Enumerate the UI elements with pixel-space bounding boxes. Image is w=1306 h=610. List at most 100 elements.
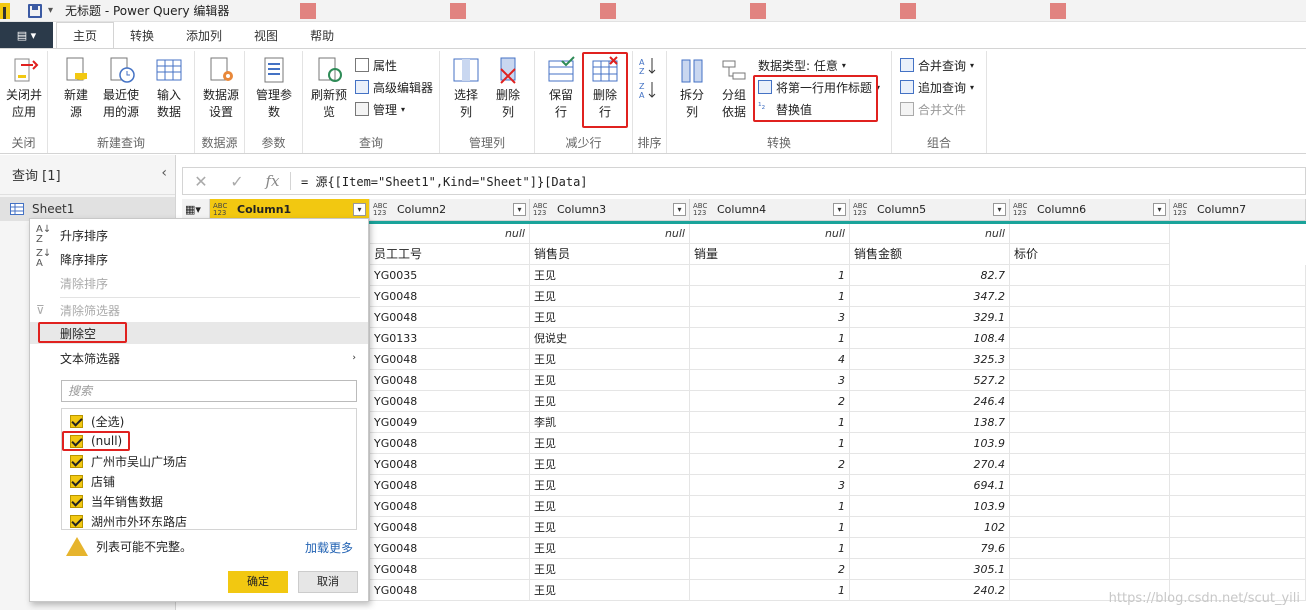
table-cell[interactable]: 王见: [530, 370, 690, 391]
table-cell[interactable]: 1: [690, 538, 850, 559]
checkbox-checked-icon[interactable]: [70, 494, 83, 508]
menu-clear-sort[interactable]: 清除排序: [30, 272, 368, 294]
type-any-icon[interactable]: ABC 123: [213, 202, 233, 217]
table-cell[interactable]: [1010, 538, 1170, 559]
table-cell[interactable]: 240.2: [850, 580, 1010, 601]
table-cell[interactable]: 3: [690, 307, 850, 328]
table-cell[interactable]: 82.7: [850, 265, 1010, 286]
table-cell[interactable]: YG0048: [370, 538, 530, 559]
table-cell[interactable]: 4: [690, 349, 850, 370]
table-cell[interactable]: 325.3: [850, 349, 1010, 370]
table-cell[interactable]: 王见: [530, 475, 690, 496]
remove-rows-button[interactable]: 删除行: [587, 55, 623, 121]
merge-queries-button[interactable]: 合并查询 ▾: [900, 55, 974, 75]
table-cell[interactable]: [1170, 475, 1306, 496]
formula-text[interactable]: = 源{[Item="Sheet1",Kind="Sheet"]}[Data]: [291, 173, 588, 190]
background-tab[interactable]: [750, 2, 890, 20]
table-cell[interactable]: 347.2: [850, 286, 1010, 307]
table-cell[interactable]: 王见: [530, 559, 690, 580]
table-cell[interactable]: YG0048: [370, 433, 530, 454]
table-cell[interactable]: YG0048: [370, 391, 530, 412]
group-by-button[interactable]: 分组依据: [715, 55, 753, 121]
table-cell[interactable]: 王见: [530, 391, 690, 412]
cancel-button[interactable]: 取消: [298, 571, 358, 593]
table-cell[interactable]: 527.2: [850, 370, 1010, 391]
table-cell[interactable]: 标价: [1010, 244, 1170, 265]
manage-params-button[interactable]: 管理参数: [253, 55, 295, 121]
tab-home[interactable]: 主页: [56, 22, 115, 48]
filter-dropdown-icon[interactable]: ▾: [513, 203, 526, 216]
menu-remove-empty[interactable]: 删除空: [30, 322, 368, 344]
table-cell[interactable]: 246.4: [850, 391, 1010, 412]
background-tab[interactable]: [450, 2, 590, 20]
table-cell[interactable]: [1010, 224, 1170, 244]
table-cell[interactable]: 2: [690, 559, 850, 580]
refresh-preview-button[interactable]: 刷新预览: [309, 55, 349, 121]
table-cell[interactable]: 王见: [530, 538, 690, 559]
table-cell[interactable]: 108.4: [850, 328, 1010, 349]
table-cell[interactable]: null: [370, 224, 530, 244]
background-tab[interactable]: [1050, 2, 1190, 20]
table-cell[interactable]: 103.9: [850, 433, 1010, 454]
table-cell[interactable]: [1170, 265, 1306, 286]
table-cell[interactable]: 305.1: [850, 559, 1010, 580]
new-source-button[interactable]: 新建源: [58, 55, 94, 121]
table-cell[interactable]: [1010, 454, 1170, 475]
type-any-icon[interactable]: ABC 123: [1013, 202, 1033, 217]
fx-icon[interactable]: fx: [255, 172, 291, 190]
table-cell[interactable]: [1010, 307, 1170, 328]
table-cell[interactable]: 1: [690, 517, 850, 538]
table-cell[interactable]: 138.7: [850, 412, 1010, 433]
table-cell[interactable]: 王见: [530, 517, 690, 538]
checkbox-checked-icon[interactable]: [70, 514, 83, 528]
background-tab[interactable]: [300, 2, 440, 20]
table-cell[interactable]: YG0133: [370, 328, 530, 349]
quick-access-dropdown[interactable]: ▾: [48, 5, 53, 16]
datasource-settings-button[interactable]: 数据源设置: [199, 55, 243, 121]
first-row-header-button[interactable]: 将第一行用作标题 ▾: [758, 77, 880, 97]
table-cell[interactable]: 102: [850, 517, 1010, 538]
datatype-dropdown[interactable]: 数据类型: 任意 ▾: [758, 55, 846, 75]
table-cell[interactable]: [1170, 559, 1306, 580]
column-header[interactable]: ABC 123 Column5 ▾: [850, 199, 1010, 221]
table-cell[interactable]: 2: [690, 391, 850, 412]
menu-sort-ascending[interactable]: A↓ Z 升序排序: [30, 224, 368, 246]
column-header[interactable]: ABC 123 Column6 ▾: [1010, 199, 1170, 221]
table-cell[interactable]: [1170, 496, 1306, 517]
table-cell[interactable]: 3: [690, 370, 850, 391]
tab-transform[interactable]: 转换: [114, 24, 170, 48]
table-cell[interactable]: 79.6: [850, 538, 1010, 559]
combine-files-button[interactable]: 合并文件: [900, 99, 966, 119]
background-tab[interactable]: [900, 2, 1040, 20]
keep-rows-button[interactable]: 保留行: [543, 55, 579, 121]
table-cell[interactable]: 1: [690, 412, 850, 433]
table-cell[interactable]: YG0048: [370, 517, 530, 538]
checklist-item[interactable]: 湖州市外环东路店: [70, 511, 187, 529]
sort-descending-button[interactable]: ZA: [639, 79, 657, 101]
table-cell[interactable]: 王见: [530, 433, 690, 454]
table-cell[interactable]: [1010, 265, 1170, 286]
table-cell[interactable]: 王见: [530, 580, 690, 601]
filter-dropdown-icon[interactable]: ▾: [1153, 203, 1166, 216]
table-cell[interactable]: [1170, 454, 1306, 475]
remove-columns-button[interactable]: 删除列: [490, 55, 526, 121]
table-cell[interactable]: [1010, 349, 1170, 370]
column-header[interactable]: ABC 123 Column4 ▾: [690, 199, 850, 221]
table-cell[interactable]: 王见: [530, 265, 690, 286]
table-cell[interactable]: [1170, 328, 1306, 349]
type-any-icon[interactable]: ABC 123: [693, 202, 713, 217]
background-tab[interactable]: [600, 2, 740, 20]
column-header[interactable]: ABC 123 Column3 ▾: [530, 199, 690, 221]
tab-view[interactable]: 视图: [238, 24, 294, 48]
table-cell[interactable]: [1010, 328, 1170, 349]
table-cell[interactable]: YG0048: [370, 496, 530, 517]
table-cell[interactable]: [1010, 517, 1170, 538]
checklist-item[interactable]: 当年销售数据: [70, 491, 163, 511]
checkbox-checked-icon[interactable]: [70, 414, 83, 428]
table-cell[interactable]: [1010, 559, 1170, 580]
append-queries-button[interactable]: 追加查询 ▾: [900, 77, 974, 97]
table-cell[interactable]: [1170, 433, 1306, 454]
type-any-icon[interactable]: ABC 123: [373, 202, 393, 217]
properties-button[interactable]: 属性: [355, 55, 397, 75]
table-cell[interactable]: 694.1: [850, 475, 1010, 496]
